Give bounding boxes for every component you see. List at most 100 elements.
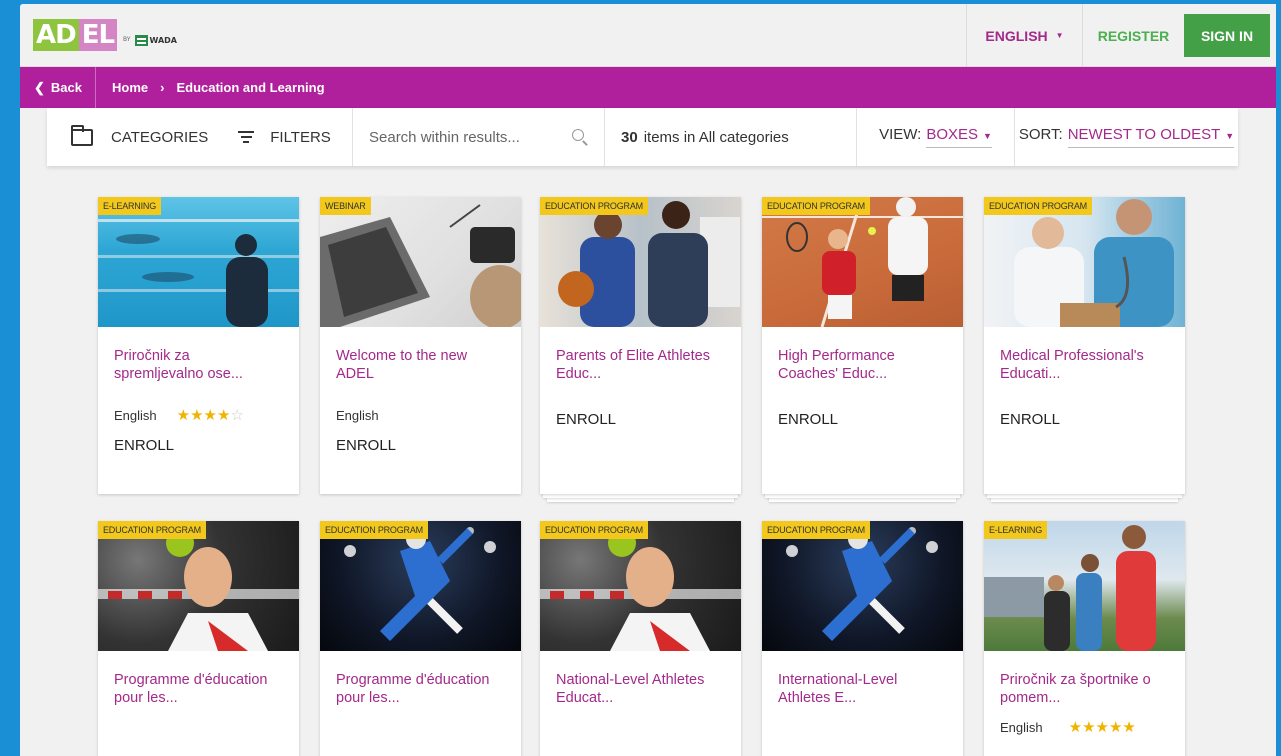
results-count-number: 30 — [621, 128, 638, 146]
course-title-line-1: Welcome to the new — [336, 348, 468, 364]
sort-label: SORT: — [1018, 126, 1063, 143]
top-navigation: AD EL BY WADA ENGLISH ▼ REGISTER SIGN IN — [20, 4, 1276, 67]
language-label: ENGLISH — [985, 27, 1048, 44]
course-title-line-2: ADEL — [336, 366, 374, 382]
course-title-line-1: International-Level — [778, 672, 898, 688]
course-title-line-2: pomem... — [1000, 690, 1061, 706]
caret-down-icon: ▼ — [1225, 131, 1235, 141]
course-title[interactable]: Medical Professional's Educati... — [984, 327, 1185, 405]
chevron-left-icon: ❮ — [34, 79, 45, 95]
course-card[interactable]: EDUCATION PROGRAM High Performance Coache… — [762, 197, 963, 494]
back-label: Back — [50, 80, 82, 95]
course-title[interactable]: High Performance Coaches' Educ... — [762, 327, 963, 405]
course-type-badge: EDUCATION PROGRAM — [762, 521, 870, 539]
course-title-line-1: Medical Professional's — [1000, 348, 1144, 364]
course-title[interactable]: Parents of Elite Athletes Educ... — [540, 327, 741, 405]
course-language: English — [114, 407, 157, 423]
browser-page: AD EL BY WADA ENGLISH ▼ REGISTER SIGN IN … — [20, 4, 1276, 756]
course-card[interactable]: EDUCATION PROGRAM International-Level Ath… — [762, 521, 963, 756]
course-title-line-1: High Performance — [778, 348, 895, 364]
course-card[interactable]: E-LEARNING Priročnik za športnike o pomem… — [984, 521, 1185, 756]
course-type-badge: WEBINAR — [320, 197, 371, 215]
course-type-badge: EDUCATION PROGRAM — [320, 521, 428, 539]
logo-by: BY — [123, 36, 131, 43]
course-type-badge: E-LEARNING — [984, 521, 1048, 539]
folder-icon — [71, 124, 93, 146]
view-label: VIEW: — [879, 126, 922, 143]
course-thumbnail: EDUCATION PROGRAM — [540, 521, 741, 651]
view-selector[interactable]: VIEW: BOXES ▼ — [857, 108, 1015, 166]
logo-ad: AD — [33, 19, 79, 51]
course-title-line-2: Educ... — [556, 366, 602, 382]
course-type-badge: EDUCATION PROGRAM — [540, 521, 648, 539]
view-value: BOXES ▼ — [926, 126, 992, 148]
enroll-button[interactable]: ENROLL — [984, 405, 1185, 428]
course-card[interactable]: WEBINAR Welcome to the new ADEL English E… — [320, 197, 521, 494]
star-icon: ★★★★ — [176, 407, 231, 424]
enroll-button[interactable]: ENROLL — [98, 425, 299, 454]
course-card[interactable]: E-LEARNING Priročnik za spremljevalno ose… — [98, 197, 299, 494]
results-count: 30 items in All categories — [605, 108, 857, 166]
filter-toolbar: CATEGORIES FILTERS 30 items in All categ… — [47, 108, 1238, 166]
breadcrumb-home[interactable]: Home — [112, 80, 148, 95]
course-title[interactable]: Priročnik za spremljevalno ose... — [98, 327, 299, 405]
course-card[interactable]: EDUCATION PROGRAM Parents of Elite Athle… — [540, 197, 741, 494]
course-type-badge: EDUCATION PROGRAM — [984, 197, 1092, 215]
course-card[interactable]: EDUCATION PROGRAM Programme d'éducation p… — [98, 521, 299, 756]
course-language: English — [1000, 719, 1043, 735]
view-value-text: BOXES — [926, 126, 978, 143]
wada-icon — [134, 35, 148, 46]
register-link[interactable]: REGISTER — [1082, 4, 1184, 67]
language-selector[interactable]: ENGLISH ▼ — [966, 4, 1082, 67]
search-icon[interactable] — [572, 129, 584, 141]
adel-logo[interactable]: AD EL BY WADA — [33, 13, 177, 51]
course-title[interactable]: Programme d'éducation pour les... — [98, 651, 299, 729]
back-button[interactable]: ❮ Back — [20, 67, 96, 108]
logo-el: EL — [78, 19, 118, 51]
course-language: English — [336, 407, 379, 423]
course-type-badge: EDUCATION PROGRAM — [98, 521, 206, 539]
course-type-badge: EDUCATION PROGRAM — [540, 197, 648, 215]
sign-in-button[interactable]: SIGN IN — [1184, 14, 1270, 57]
course-type-badge: EDUCATION PROGRAM — [762, 197, 870, 215]
course-thumbnail: E-LEARNING — [98, 197, 299, 327]
course-title-line-2: pour les... — [336, 690, 400, 706]
course-title-line-1: Programme d'éducation — [114, 672, 268, 688]
breadcrumb: Home › Education and Learning — [96, 80, 325, 95]
course-card[interactable]: EDUCATION PROGRAM National-Level Athlete… — [540, 521, 741, 756]
sort-value: NEWEST TO OLDEST ▼ — [1067, 126, 1235, 148]
course-thumbnail: E-LEARNING — [984, 521, 1185, 651]
course-title-line-1: National-Level Athletes — [556, 672, 705, 688]
course-title[interactable]: Welcome to the new ADEL — [320, 327, 521, 405]
course-card[interactable]: EDUCATION PROGRAM Programme d'éducation p… — [320, 521, 521, 756]
sort-selector[interactable]: SORT: NEWEST TO OLDEST ▼ — [1015, 108, 1238, 166]
course-title[interactable]: National-Level Athletes Educat... — [540, 651, 741, 729]
breadcrumb-bar: ❮ Back Home › Education and Learning — [20, 67, 1276, 108]
course-title-line-2: Educati... — [1000, 366, 1061, 382]
sort-value-text: NEWEST TO OLDEST — [1067, 126, 1221, 143]
course-title-line-2: pour les... — [114, 690, 178, 706]
course-thumbnail: EDUCATION PROGRAM — [320, 521, 521, 651]
course-title[interactable]: Programme d'éducation pour les... — [320, 651, 521, 729]
course-title-line-1: Parents of Elite Athletes — [556, 348, 710, 364]
caret-down-icon: ▼ — [983, 131, 992, 141]
course-title[interactable]: International-Level Athletes E... — [762, 651, 963, 729]
filters-button[interactable]: FILTERS — [270, 129, 331, 146]
enroll-button[interactable]: ENROLL — [540, 405, 741, 428]
caret-down-icon: ▼ — [1055, 31, 1064, 40]
course-card[interactable]: EDUCATION PROGRAM Medical Professional's… — [984, 197, 1185, 494]
course-title-line-1: Priročnik za — [114, 348, 190, 364]
search-input[interactable] — [369, 128, 559, 146]
categories-button[interactable]: CATEGORIES — [111, 129, 208, 146]
course-thumbnail: WEBINAR — [320, 197, 521, 327]
enroll-button[interactable]: ENROLL — [762, 405, 963, 428]
course-title-line-2: Coaches' Educ... — [778, 366, 888, 382]
course-thumbnail: EDUCATION PROGRAM — [762, 197, 963, 327]
course-thumbnail: EDUCATION PROGRAM — [540, 197, 741, 327]
wada-logo: WADA — [134, 35, 177, 46]
star-icon: ★★★★★ — [1068, 719, 1136, 736]
enroll-button[interactable]: ENROLL — [320, 425, 521, 454]
course-thumbnail: EDUCATION PROGRAM — [762, 521, 963, 651]
course-thumbnail: EDUCATION PROGRAM — [984, 197, 1185, 327]
course-title-line-1: Programme d'éducation — [336, 672, 490, 688]
